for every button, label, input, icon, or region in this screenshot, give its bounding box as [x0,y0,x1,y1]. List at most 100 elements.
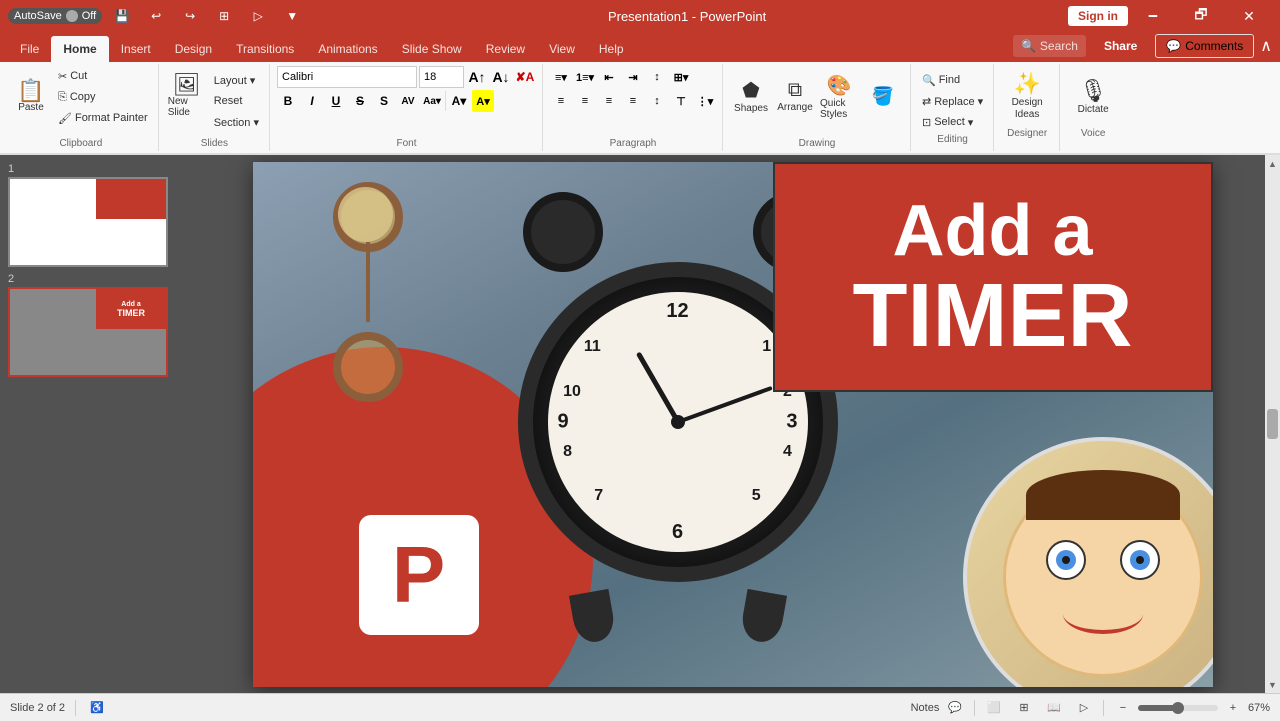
design-ideas-button[interactable]: ✨ DesignIdeas [1001,66,1053,126]
slide-thumb-2[interactable]: 2 Add a TIMER [8,273,177,377]
align-text-button[interactable]: ⊤ [670,90,692,112]
notes-button[interactable]: Notes [914,697,936,719]
scroll-thumb[interactable] [1267,409,1278,439]
decrease-font-button[interactable]: A↓ [490,66,512,88]
case-button[interactable]: Aa▾ [421,90,443,112]
font-color-button[interactable]: A▾ [448,90,470,112]
tab-slideshow[interactable]: Slide Show [390,36,474,62]
comments-status-button[interactable]: 💬 [944,697,966,719]
tab-help[interactable]: Help [587,36,636,62]
font-family-input[interactable] [277,66,417,88]
scroll-down-arrow[interactable]: ▼ [1266,678,1279,691]
increase-indent-button[interactable]: ⇥ [622,66,644,88]
titlebar-right: Sign in 🗕 🗗 ✕ [1068,0,1272,32]
columns-button[interactable]: ⊞▾ [670,66,692,88]
present-icon[interactable]: ▷ [244,3,272,29]
customize-icon[interactable]: ⊞ [210,3,238,29]
smartart-button[interactable]: ⋮▾ [694,90,716,112]
minimize-button[interactable]: 🗕 [1130,0,1176,32]
tab-home[interactable]: Home [51,36,108,62]
slide-thumb-1[interactable]: 1 [8,163,177,267]
align-right-button[interactable]: ≡ [598,90,620,112]
cut-button[interactable]: ✂ Cut [54,66,152,86]
char-spacing-button[interactable]: AV [397,90,419,112]
voice-label: Voice [1081,126,1105,139]
more-tools-icon[interactable]: ▼ [278,3,306,29]
reset-button[interactable]: Reset [210,91,263,111]
zoom-slider-thumb[interactable] [1172,702,1184,714]
tab-insert[interactable]: Insert [109,36,163,62]
share-button[interactable]: Share [1092,35,1149,57]
accessibility-button[interactable]: ♿ [86,697,108,719]
sign-in-button[interactable]: Sign in [1068,6,1128,26]
numbering-button[interactable]: 1≡▾ [574,66,596,88]
text-direction-button[interactable]: ↕ [646,90,668,112]
undo-icon[interactable]: ↩ [142,3,170,29]
redo-icon[interactable]: ↪ [176,3,204,29]
bold-button[interactable]: B [277,90,299,112]
font-size-input[interactable] [419,66,464,88]
slide-preview-2[interactable]: Add a TIMER [8,287,168,377]
vertical-scrollbar[interactable]: ▲ ▼ [1265,155,1280,693]
zoom-slider[interactable] [1138,705,1218,711]
autosave-toggle[interactable]: AutoSave Off [8,8,102,24]
reading-view-button[interactable]: 📖 [1043,697,1065,719]
tab-animations[interactable]: Animations [306,36,389,62]
save-icon[interactable]: 💾 [108,3,136,29]
find-button[interactable]: 🔍 Find [918,70,987,90]
normal-view-button[interactable]: ⬜ [983,697,1005,719]
tab-view[interactable]: View [537,36,587,62]
zoom-in-button[interactable]: + [1222,697,1244,719]
ribbon-collapse-button[interactable]: ∧ [1260,36,1272,56]
copy-button[interactable]: ⎘ Copy [54,87,152,107]
group-drawing: ⬟ Shapes ⧉ Arrange 🎨 Quick Styles 🪣 Draw… [724,64,911,151]
underline-button[interactable]: U [325,90,347,112]
align-left-button[interactable]: ≡ [550,90,572,112]
slide-preview-1[interactable] [8,177,168,267]
comment-icon: 💬 [1166,39,1181,53]
paste-button[interactable]: 📋 Paste [10,66,52,126]
shadow-button[interactable]: S [373,90,395,112]
slide-canvas[interactable]: P [253,162,1213,687]
new-slide-button[interactable]: 🖼 New Slide [166,66,208,126]
clock-1: 1 [762,338,771,356]
slideshow-button[interactable]: ▷ [1073,697,1095,719]
scroll-up-arrow[interactable]: ▲ [1266,157,1279,170]
bullets-button[interactable]: ≡▾ [550,66,572,88]
clock-face: 12 3 6 9 1 11 2 4 5 7 8 [548,292,808,552]
close-button[interactable]: ✕ [1226,0,1272,32]
justify-button[interactable]: ≡ [622,90,644,112]
arrange-icon: ⧉ [788,79,802,102]
clock-minute-hand [677,385,772,423]
highlight-button[interactable]: A▾ [472,90,494,112]
layout-button[interactable]: Layout ▾ [210,70,263,90]
line-spacing-button[interactable]: ↕ [646,66,668,88]
italic-button[interactable]: I [301,90,323,112]
clock-hour-hand [635,351,679,423]
comments-button[interactable]: 💬 Comments [1155,34,1254,58]
tab-review[interactable]: Review [474,36,537,62]
statusbar-left: Slide 2 of 2 ♿ [10,697,108,719]
restore-button[interactable]: 🗗 [1178,0,1224,32]
replace-button[interactable]: ⇄ Replace ▾ [918,91,987,111]
tab-design[interactable]: Design [163,36,224,62]
shape-fill-button[interactable]: 🪣 [862,66,904,126]
tab-file[interactable]: File [8,36,51,62]
slide-sorter-button[interactable]: ⊞ [1013,697,1035,719]
select-button[interactable]: ⊡ Select ▾ [918,112,987,132]
arrange-button[interactable]: ⧉ Arrange [774,66,816,126]
zoom-out-button[interactable]: − [1112,697,1134,719]
tab-transitions[interactable]: Transitions [224,36,306,62]
section-button[interactable]: Section ▾ [210,112,263,132]
titlebar-left: AutoSave Off 💾 ↩ ↪ ⊞ ▷ ▼ [8,3,306,29]
clear-format-button[interactable]: ✘A [514,66,536,88]
format-painter-button[interactable]: 🖌 Format Painter [54,108,152,128]
align-center-button[interactable]: ≡ [574,90,596,112]
strikethrough-button[interactable]: S [349,90,371,112]
decrease-indent-button[interactable]: ⇤ [598,66,620,88]
quick-styles-button[interactable]: 🎨 Quick Styles [818,66,860,126]
dictate-button[interactable]: 🎙 Dictate [1067,66,1119,126]
increase-font-button[interactable]: A↑ [466,66,488,88]
search-box[interactable]: 🔍 Search [1013,35,1086,57]
shapes-button[interactable]: ⬟ Shapes [730,66,772,126]
